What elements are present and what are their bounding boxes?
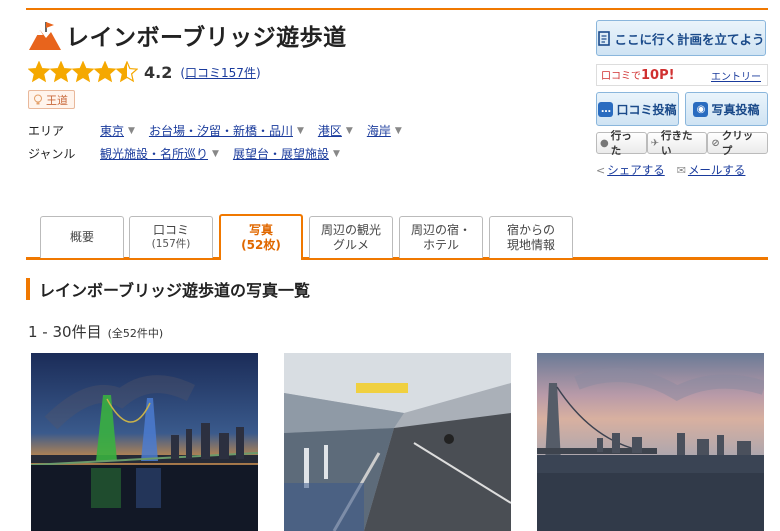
share-icon: < bbox=[596, 163, 606, 177]
badge-label: 王道 bbox=[46, 93, 68, 107]
footprint-icon: ● bbox=[600, 137, 609, 149]
chat-bubble-icon: … bbox=[598, 101, 614, 117]
walking-icon: ✈ bbox=[650, 137, 660, 149]
star-icon bbox=[72, 61, 94, 83]
camera-icon: ◉ bbox=[693, 101, 709, 117]
walkway-photo bbox=[284, 353, 511, 531]
share-link[interactable]: シェアする bbox=[607, 162, 665, 178]
tab-sublabel: (52枚) bbox=[241, 238, 281, 252]
tab-label: 周辺の観光 bbox=[320, 222, 381, 237]
clip-label: クリップ bbox=[721, 130, 754, 157]
bridge-night-photo bbox=[31, 353, 258, 531]
tab-sublabel: ホテル bbox=[422, 237, 459, 252]
tab-label: 周辺の宿・ bbox=[410, 222, 471, 237]
area-link-tokyo[interactable]: 東京 bbox=[100, 122, 124, 139]
review-post-button[interactable]: … 口コミ投稿 bbox=[596, 92, 679, 126]
star-icon bbox=[94, 61, 116, 83]
plan-trip-button[interactable]: ここに行く計画を立てよう bbox=[596, 20, 766, 56]
dropdown-arrow-icon[interactable]: ▼ bbox=[333, 149, 340, 159]
went-label: 行った bbox=[610, 130, 632, 157]
entry-link[interactable]: エントリー bbox=[711, 68, 761, 83]
photo-thumbnail[interactable] bbox=[284, 353, 511, 531]
review-post-label: 口コミ投稿 bbox=[616, 102, 677, 117]
title-row: レインボーブリッジ遊歩道 bbox=[28, 18, 347, 52]
tab-label: 宿からの bbox=[506, 222, 555, 237]
tab-sublabel: グルメ bbox=[332, 237, 369, 252]
points-banner: 口コミで10P! エントリー bbox=[596, 64, 768, 86]
star-rating bbox=[28, 61, 138, 83]
mountain-flag-icon bbox=[29, 22, 61, 50]
section-title: レインボーブリッジ遊歩道の写真一覧 bbox=[26, 278, 310, 300]
tab-label: 口コミ bbox=[152, 223, 189, 238]
dropdown-arrow-icon[interactable]: ▼ bbox=[297, 126, 304, 136]
tab-label: 概要 bbox=[69, 230, 94, 244]
want-label: 行きたい bbox=[661, 130, 693, 157]
mail-link[interactable]: メールする bbox=[688, 162, 746, 178]
area-link-minato[interactable]: 港区 bbox=[318, 122, 342, 139]
tab-hotel-local-info[interactable]: 宿からの 現地情報 bbox=[489, 216, 573, 258]
status-buttons: ● 行った ✈ 行きたい ⊘ クリップ bbox=[596, 130, 768, 157]
genre-link-sightseeing[interactable]: 観光施設・名所巡り bbox=[100, 145, 208, 162]
went-button[interactable]: ● 行った bbox=[596, 130, 647, 157]
share-row: < シェアする ✉ メールする bbox=[596, 162, 768, 178]
star-icon bbox=[50, 61, 72, 83]
tab-photos[interactable]: 写真 (52枚) bbox=[219, 214, 303, 260]
paperclip-icon: ⊘ bbox=[711, 137, 720, 149]
plan-trip-label: ここに行く計画を立てよう bbox=[614, 31, 765, 47]
tab-label: 写真 bbox=[248, 223, 273, 237]
dropdown-arrow-icon[interactable]: ▼ bbox=[395, 126, 402, 136]
area-link-coast[interactable]: 海岸 bbox=[367, 122, 391, 139]
page-title: レインボーブリッジ遊歩道 bbox=[66, 25, 347, 51]
tab-sublabel: 現地情報 bbox=[506, 237, 555, 252]
photo-thumbnail[interactable] bbox=[537, 353, 764, 531]
result-total: (全52件中) bbox=[107, 327, 164, 340]
genre-row: ジャンル 観光施設・名所巡り ▼ 展望台・展望施設 ▼ bbox=[28, 145, 354, 162]
want-button[interactable]: ✈ 行きたい bbox=[646, 130, 708, 157]
tab-reviews[interactable]: 口コミ (157件) bbox=[129, 216, 213, 258]
dropdown-arrow-icon[interactable]: ▼ bbox=[212, 149, 219, 159]
lightbulb-icon bbox=[34, 94, 42, 104]
area-row: エリア 東京 ▼ お台場・汐留・新橋・品川 ▼ 港区 ▼ 海岸 ▼ bbox=[28, 122, 416, 139]
points-text: 口コミで10P! bbox=[601, 68, 675, 83]
post-buttons: … 口コミ投稿 ◉ 写真投稿 bbox=[596, 92, 768, 126]
photo-thumbnail[interactable] bbox=[31, 353, 258, 531]
status-badge: 王道 bbox=[28, 90, 75, 109]
rating-row: 4.2 (口コミ157件) bbox=[28, 60, 261, 84]
photo-post-label: 写真投稿 bbox=[711, 102, 760, 117]
area-label: エリア bbox=[28, 124, 65, 138]
review-count-link[interactable]: (口コミ157件) bbox=[180, 64, 260, 81]
action-panel: ここに行く計画を立てよう 口コミで10P! エントリー … 口コミ投稿 ◉ 写真… bbox=[596, 20, 768, 178]
photo-post-button[interactable]: ◉ 写真投稿 bbox=[685, 92, 768, 126]
dropdown-arrow-icon[interactable]: ▼ bbox=[128, 126, 135, 136]
bridge-sunset-photo bbox=[537, 353, 764, 531]
result-count: 1 - 30件目 (全52件中) bbox=[28, 321, 163, 342]
star-icon bbox=[28, 61, 50, 83]
tab-nearby-sightseeing[interactable]: 周辺の観光 グルメ bbox=[309, 216, 393, 258]
rating-score: 4.2 bbox=[144, 62, 173, 82]
tab-sublabel: (157件) bbox=[151, 238, 191, 251]
mail-icon: ✉ bbox=[676, 163, 686, 177]
notepad-icon bbox=[598, 30, 611, 46]
tab-overview[interactable]: 概要 bbox=[40, 216, 124, 258]
genre-label: ジャンル bbox=[28, 147, 76, 161]
genre-link-observatory[interactable]: 展望台・展望施設 bbox=[233, 145, 329, 162]
clip-button[interactable]: ⊘ クリップ bbox=[707, 130, 768, 157]
dropdown-arrow-icon[interactable]: ▼ bbox=[346, 126, 353, 136]
area-link-odaiba[interactable]: お台場・汐留・新橋・品川 bbox=[149, 122, 293, 139]
result-range: 1 - 30件目 bbox=[28, 323, 102, 341]
tab-nearby-hotels[interactable]: 周辺の宿・ ホテル bbox=[399, 216, 483, 258]
header-rule bbox=[26, 8, 768, 10]
star-icon bbox=[116, 61, 138, 83]
tab-bar: 概要 口コミ (157件) 写真 (52枚) 周辺の観光 グルメ 周辺の宿・ ホ… bbox=[26, 214, 768, 260]
